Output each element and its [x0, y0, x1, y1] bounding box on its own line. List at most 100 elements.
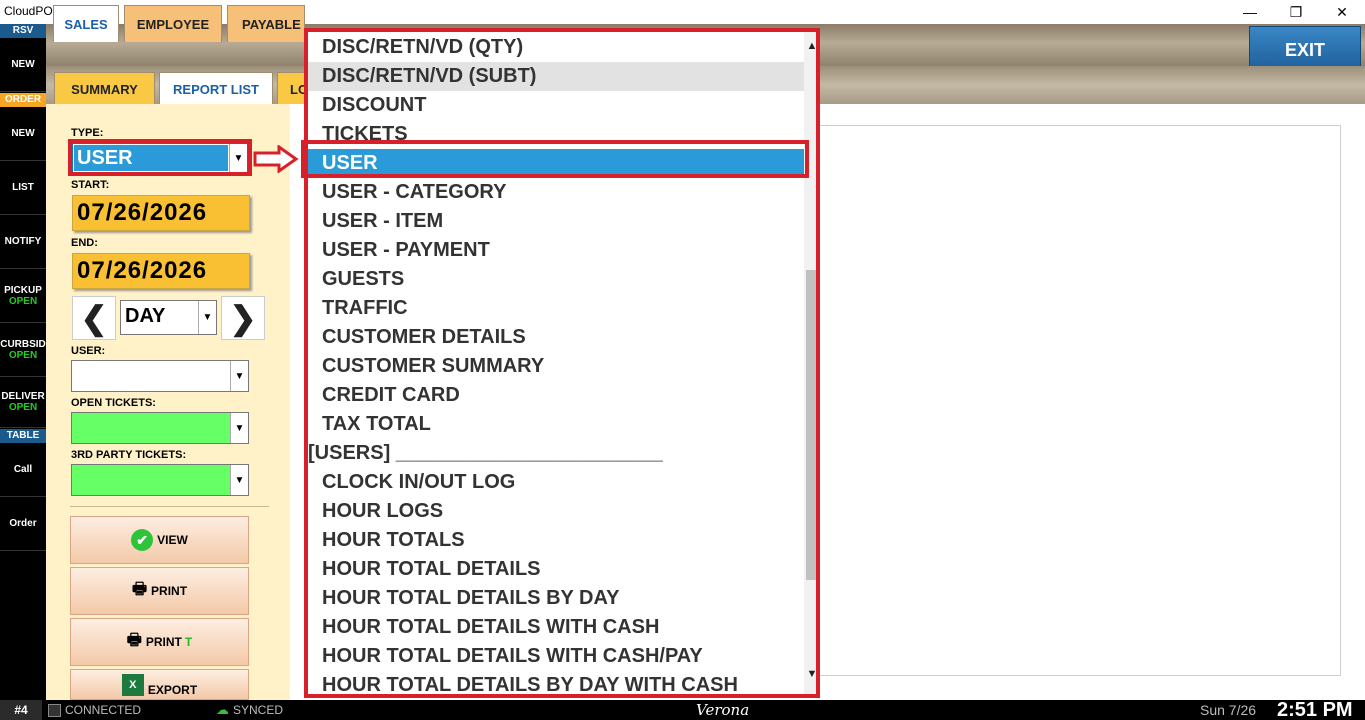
- dropdown-option[interactable]: GUESTS: [308, 265, 804, 294]
- period-select[interactable]: DAY ▼: [120, 300, 217, 335]
- sidebar-item-label: NEW: [11, 59, 35, 70]
- third-party-tickets-label: 3RD PARTY TICKETS:: [71, 449, 187, 461]
- dropdown-option[interactable]: HOUR LOGS: [308, 497, 804, 526]
- period-select-value: DAY: [125, 305, 166, 327]
- sync-status-label: SYNCED: [233, 703, 284, 717]
- dropdown-option[interactable]: HOUR TOTALS: [308, 526, 804, 555]
- sidebar-item-notify[interactable]: NOTIFY: [0, 215, 46, 269]
- dropdown-option[interactable]: DISC/RETN/VD (QTY): [308, 33, 804, 62]
- dropdown-option[interactable]: HOUR TOTAL DETAILS WITH CASH: [308, 613, 804, 642]
- left-sidebar: RSV NEW ORDER NEW LIST NOTIFY PICKUP OPE…: [0, 24, 46, 700]
- start-date-field[interactable]: 07/26/2026: [72, 195, 250, 231]
- network-icon: [48, 703, 61, 717]
- checkmark-icon: ✔: [131, 529, 154, 551]
- dropdown-option[interactable]: TRAFFIC: [308, 294, 804, 323]
- printer-icon: 🖶: [126, 631, 142, 649]
- view-button-label: VIEW: [157, 533, 188, 547]
- sidebar-item-label: PICKUP: [4, 284, 42, 296]
- sidebar-item-label: NEW: [11, 128, 35, 139]
- cloudpos-window: CloudPOS — ❐ ✕ RSV NEW ORDER NEW LIST NO…: [0, 0, 1365, 720]
- tab-employee[interactable]: EMPLOYEE: [124, 5, 222, 42]
- dropdown-scrollbar[interactable]: ▲ ▼: [804, 32, 816, 694]
- dropdown-option[interactable]: HOUR TOTAL DETAILS BY DAY WITH CASH: [308, 671, 804, 694]
- sidebar-item-delivery[interactable]: DELIVER OPEN: [0, 377, 46, 428]
- user-label: USER:: [71, 345, 106, 357]
- view-button[interactable]: ✔ VIEW: [70, 516, 249, 564]
- export-button-label: EXPORT: [147, 683, 198, 697]
- chevron-down-icon: ▼: [230, 465, 248, 495]
- sync-status: ☁ SYNCED: [216, 700, 283, 720]
- dropdown-option[interactable]: HOUR TOTAL DETAILS: [308, 555, 804, 584]
- status-time: 2:51 PM: [1277, 698, 1353, 720]
- dropdown-option[interactable]: USER - CATEGORY: [308, 178, 804, 207]
- scroll-down-icon[interactable]: ▼: [804, 668, 816, 684]
- tab-report-list[interactable]: REPORT LIST: [159, 72, 273, 106]
- dropdown-option[interactable]: HOUR TOTAL DETAILS WITH CASH/PAY: [308, 642, 804, 671]
- chevron-left-icon: ❮: [80, 300, 108, 336]
- tab-logs[interactable]: LO: [277, 72, 308, 106]
- tab-summary[interactable]: SUMMARY: [54, 72, 155, 106]
- scroll-thumb[interactable]: [806, 270, 816, 580]
- sidebar-item-rsv-new[interactable]: NEW: [0, 38, 46, 92]
- restore-button[interactable]: ❐: [1273, 0, 1319, 24]
- sidebar-item-label: NOTIFY: [4, 236, 42, 247]
- status-date: Sun 7/26: [1200, 702, 1257, 718]
- scroll-up-icon[interactable]: ▲: [804, 40, 816, 56]
- chevron-down-icon: ▼: [230, 413, 248, 443]
- user-select[interactable]: ▼: [71, 360, 249, 392]
- sidebar-item-label: Order: [9, 518, 37, 529]
- open-tickets-label: OPEN TICKETS:: [71, 397, 156, 409]
- sidebar-item-pickup[interactable]: PICKUP OPEN: [0, 269, 46, 323]
- rsv-header: RSV: [0, 24, 46, 38]
- print-ticket-suffix: T: [184, 635, 193, 649]
- dropdown-option[interactable]: CUSTOMER DETAILS: [308, 323, 804, 352]
- status-bar: #4 CONNECTED ☁ SYNCED Verona Sun 7/26 2:…: [0, 698, 1365, 720]
- minimize-button[interactable]: —: [1227, 0, 1273, 24]
- print-ticket-button[interactable]: 🖶 PRINT T: [70, 618, 249, 666]
- chevron-right-icon: ❯: [229, 300, 257, 336]
- chevron-down-icon: ▼: [198, 301, 216, 334]
- selected-item-outline: [301, 140, 809, 178]
- connection-status: CONNECTED: [48, 700, 141, 720]
- divider: [70, 506, 269, 507]
- station-number: #4: [0, 700, 42, 720]
- sidebar-item-curbside[interactable]: CURBSID OPEN: [0, 323, 46, 377]
- type-select-highlight-outline: [68, 139, 252, 176]
- report-preview-box: [818, 125, 1341, 676]
- report-type-dropdown[interactable]: DISC/RETN/VD (QTY) DISC/RETN/VD (SUBT) DIS…: [304, 28, 820, 698]
- dropdown-option[interactable]: CUSTOMER SUMMARY: [308, 352, 804, 381]
- open-tickets-select[interactable]: ▼: [71, 412, 249, 444]
- export-button[interactable]: X EXPORT: [70, 669, 249, 700]
- previous-period-button[interactable]: ❮: [72, 296, 116, 340]
- sidebar-item-label: DELIVER: [1, 391, 45, 402]
- dropdown-option[interactable]: DISC/RETN/VD (SUBT): [308, 62, 804, 91]
- sidebar-item-list[interactable]: LIST: [0, 161, 46, 215]
- tab-sales[interactable]: SALES: [53, 5, 119, 42]
- sidebar-item-order[interactable]: Order: [0, 497, 46, 551]
- sidebar-item-label: CURBSID: [0, 338, 46, 350]
- next-period-button[interactable]: ❯: [221, 296, 265, 340]
- dropdown-group-header: [USERS] ________________________: [308, 442, 663, 464]
- chevron-down-icon: ▼: [230, 361, 248, 391]
- print-button[interactable]: 🖶 PRINT: [70, 567, 249, 615]
- dropdown-option[interactable]: DISCOUNT: [308, 91, 804, 120]
- dropdown-option[interactable]: USER - PAYMENT: [308, 236, 804, 265]
- close-button[interactable]: ✕: [1319, 0, 1365, 24]
- start-label: START:: [71, 179, 110, 191]
- tab-payable[interactable]: PAYABLE: [227, 5, 305, 42]
- end-date-field[interactable]: 07/26/2026: [72, 253, 250, 289]
- excel-icon: X: [121, 674, 144, 696]
- order-header: ORDER: [0, 93, 46, 107]
- sidebar-item-label: Call: [13, 464, 33, 475]
- dropdown-option[interactable]: CREDIT CARD: [308, 381, 804, 410]
- print-button-label: PRINT: [151, 584, 188, 598]
- sidebar-item-order-new[interactable]: NEW: [0, 107, 46, 161]
- end-label: END:: [71, 237, 98, 249]
- dropdown-option[interactable]: USER - ITEM: [308, 207, 804, 236]
- third-party-tickets-select[interactable]: ▼: [71, 464, 249, 496]
- dropdown-option[interactable]: CLOCK IN/OUT LOG: [308, 468, 804, 497]
- dropdown-option[interactable]: TAX TOTAL: [308, 410, 804, 439]
- sidebar-item-status: OPEN: [8, 349, 38, 361]
- dropdown-option[interactable]: HOUR TOTAL DETAILS BY DAY: [308, 584, 804, 613]
- sidebar-item-call[interactable]: Call: [0, 443, 46, 497]
